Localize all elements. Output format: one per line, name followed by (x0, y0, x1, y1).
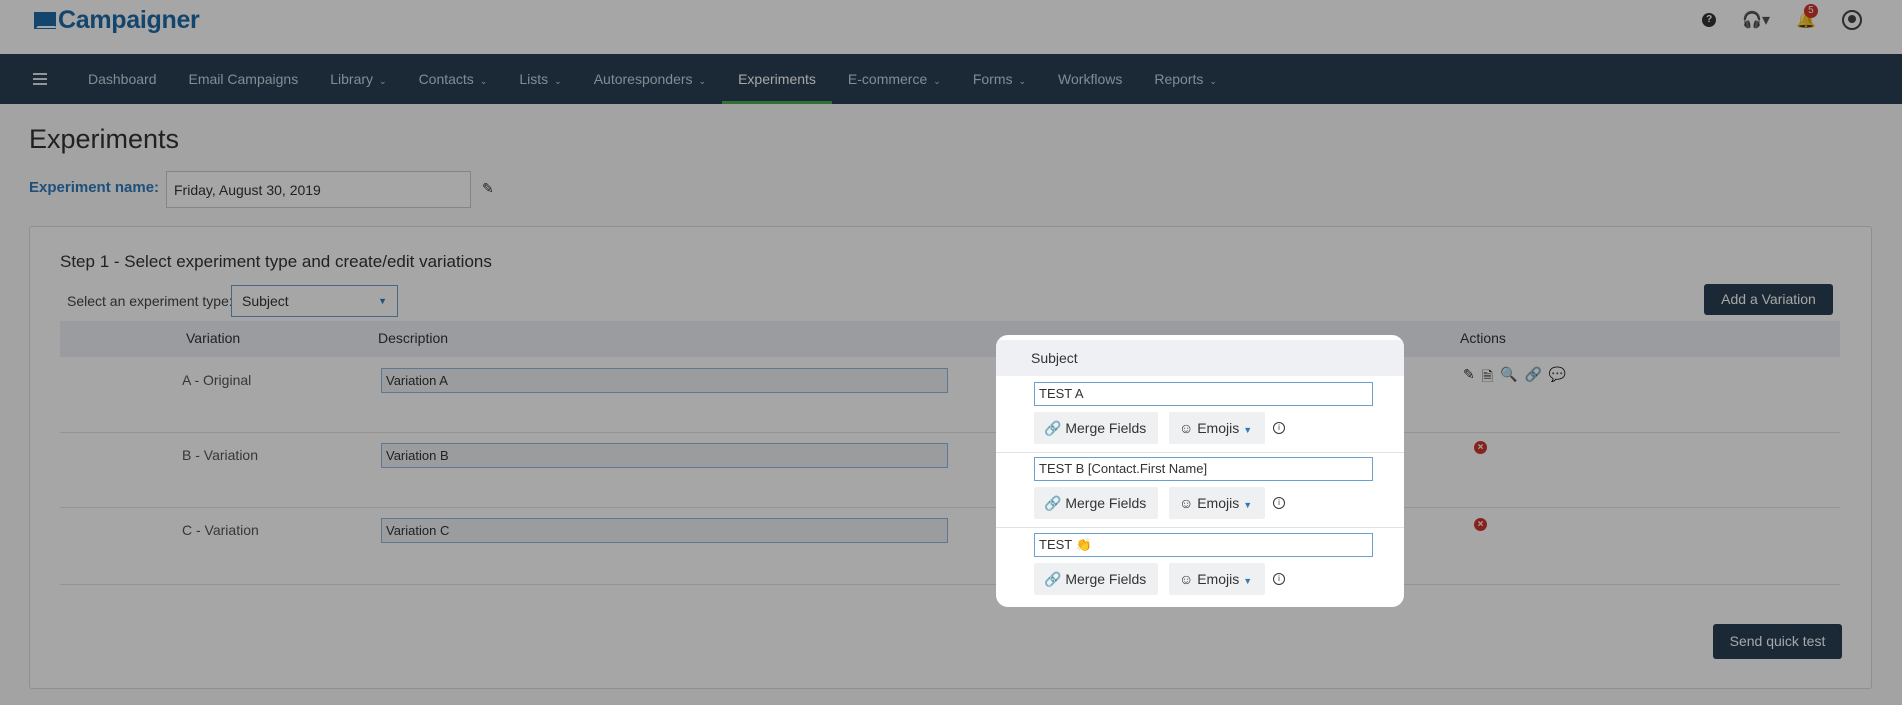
chevron-down-icon: ⌄ (379, 76, 387, 86)
top-icons: ? 🎧▾ 🔔 5 (1702, 4, 1862, 30)
col-variation: Variation (186, 330, 241, 346)
bell-icon[interactable]: 🔔 5 (1796, 4, 1818, 30)
emojis-button[interactable]: ☺ Emojis ▼ (1169, 487, 1265, 519)
send-quick-test-button[interactable]: Send quick test (1713, 624, 1842, 659)
page-title: Experiments (29, 124, 180, 154)
experiment-name-label: Experiment name: (29, 179, 160, 196)
smiley-icon: ☺ (1179, 495, 1194, 511)
link-icon: 🔗 (1044, 495, 1062, 511)
smiley-icon: ☺ (1179, 420, 1194, 436)
nav-dashboard[interactable]: Dashboard (72, 54, 173, 104)
description-input[interactable] (381, 518, 948, 543)
logo[interactable]: Campaigner (34, 6, 200, 35)
step1-title: Step 1 - Select experiment type and crea… (60, 252, 492, 271)
subject-input[interactable]: TEST A (1034, 382, 1373, 406)
table-row: A - Original ✎ 🗎 🔍 🔗 💬 (60, 357, 1840, 433)
caret-down-icon: ▼ (1243, 500, 1253, 510)
caret-down-icon: ▼ (1243, 425, 1253, 435)
row-actions: ✎ 🗎 🔍 🔗 💬 (1463, 366, 1566, 390)
nav-reports[interactable]: Reports ⌄ (1138, 54, 1233, 104)
chevron-down-icon: ⌄ (554, 76, 562, 86)
comment-icon[interactable]: 💬 (1549, 366, 1566, 390)
nav-forms[interactable]: Forms ⌄ (957, 54, 1042, 104)
col-subject: Subject (1031, 350, 1078, 366)
subject-input[interactable]: TEST B [Contact.First Name] (1034, 457, 1373, 481)
smiley-icon: ☺ (1179, 571, 1194, 587)
link-icon: 🔗 (1044, 571, 1062, 587)
user-avatar-icon[interactable] (1842, 10, 1862, 30)
nav-library[interactable]: Library ⌄ (314, 54, 402, 104)
table-row: B - Variation × (60, 433, 1840, 508)
variation-label: A - Original (182, 372, 252, 388)
description-input[interactable] (381, 443, 948, 468)
top-bar: Campaigner ? 🎧▾ 🔔 5 (0, 0, 1902, 54)
add-variation-button[interactable]: Add a Variation (1704, 284, 1833, 315)
merge-fields-button[interactable]: 🔗 Merge Fields (1034, 487, 1158, 519)
document-icon[interactable]: 🗎 (1482, 366, 1493, 390)
chevron-down-icon: ⌄ (933, 76, 941, 86)
chevron-down-icon: ⌄ (698, 76, 707, 86)
col-description: Description (378, 330, 449, 346)
nav-email-campaigns[interactable]: Email Campaigns (173, 54, 315, 104)
headset-icon[interactable]: 🎧▾ (1742, 10, 1770, 30)
link-icon: 🔗 (1044, 420, 1062, 436)
experiment-name-input[interactable] (166, 171, 471, 208)
emojis-button[interactable]: ☺ Emojis ▼ (1169, 412, 1265, 444)
table-header: Variation Description Actions (60, 321, 1840, 357)
hamburger-menu-icon[interactable] (33, 70, 47, 88)
chevron-down-icon: ⌄ (1018, 76, 1027, 86)
nav-workflows[interactable]: Workflows (1042, 54, 1138, 104)
variation-label: B - Variation (182, 447, 258, 463)
nav-lists[interactable]: Lists ⌄ (503, 54, 577, 104)
subject-header: Subject (996, 340, 1404, 376)
caret-down-icon: ▼ (378, 296, 387, 306)
variation-label: C - Variation (182, 522, 259, 538)
notification-badge: 5 (1804, 4, 1818, 18)
nav-autoresponders[interactable]: Autoresponders ⌄ (578, 54, 722, 104)
delete-icon[interactable]: × (1474, 518, 1487, 531)
link-icon[interactable]: 🔗 (1524, 366, 1541, 390)
logo-text: Campaigner (58, 6, 200, 34)
nav-ecommerce[interactable]: E-commerce ⌄ (832, 54, 957, 104)
zoom-icon[interactable]: 🔍 (1500, 366, 1517, 390)
table-row: C - Variation × (60, 508, 1840, 585)
divider (996, 452, 1404, 453)
help-icon[interactable]: ? (1702, 13, 1717, 27)
col-actions: Actions (1460, 330, 1506, 346)
chevron-down-icon: ⌄ (479, 76, 488, 86)
chevron-down-icon: ⌄ (1209, 76, 1217, 86)
info-icon[interactable]: i (1273, 497, 1285, 509)
subject-column-highlight: Subject TEST A 🔗 Merge Fields ☺ Emojis ▼ … (996, 335, 1404, 607)
experiment-type-select[interactable]: Subject ▼ (231, 285, 398, 317)
nav-contacts[interactable]: Contacts ⌄ (403, 54, 504, 104)
delete-icon[interactable]: × (1474, 441, 1487, 454)
merge-fields-button[interactable]: 🔗 Merge Fields (1034, 412, 1158, 444)
envelope-logo-icon (34, 12, 57, 29)
divider (996, 527, 1404, 528)
subject-input[interactable]: TEST 👏 (1034, 533, 1373, 557)
experiment-type-label: Select an experiment type: (67, 293, 233, 309)
info-icon[interactable]: i (1273, 422, 1285, 434)
main-nav: Dashboard Email Campaigns Library ⌄ Conta… (0, 54, 1902, 104)
content-area: Experiments Experiment name: ✎ Step 1 - … (0, 104, 1902, 705)
merge-fields-button[interactable]: 🔗 Merge Fields (1034, 563, 1158, 595)
step1-panel: Step 1 - Select experiment type and crea… (29, 226, 1872, 689)
info-icon[interactable]: i (1273, 573, 1285, 585)
nav-experiments[interactable]: Experiments (722, 54, 832, 104)
pencil-icon[interactable]: ✎ (482, 180, 494, 197)
emojis-button[interactable]: ☺ Emojis ▼ (1169, 563, 1265, 595)
description-input[interactable] (381, 368, 948, 393)
pencil-icon[interactable]: ✎ (1463, 366, 1475, 390)
caret-down-icon: ▼ (1243, 576, 1253, 586)
